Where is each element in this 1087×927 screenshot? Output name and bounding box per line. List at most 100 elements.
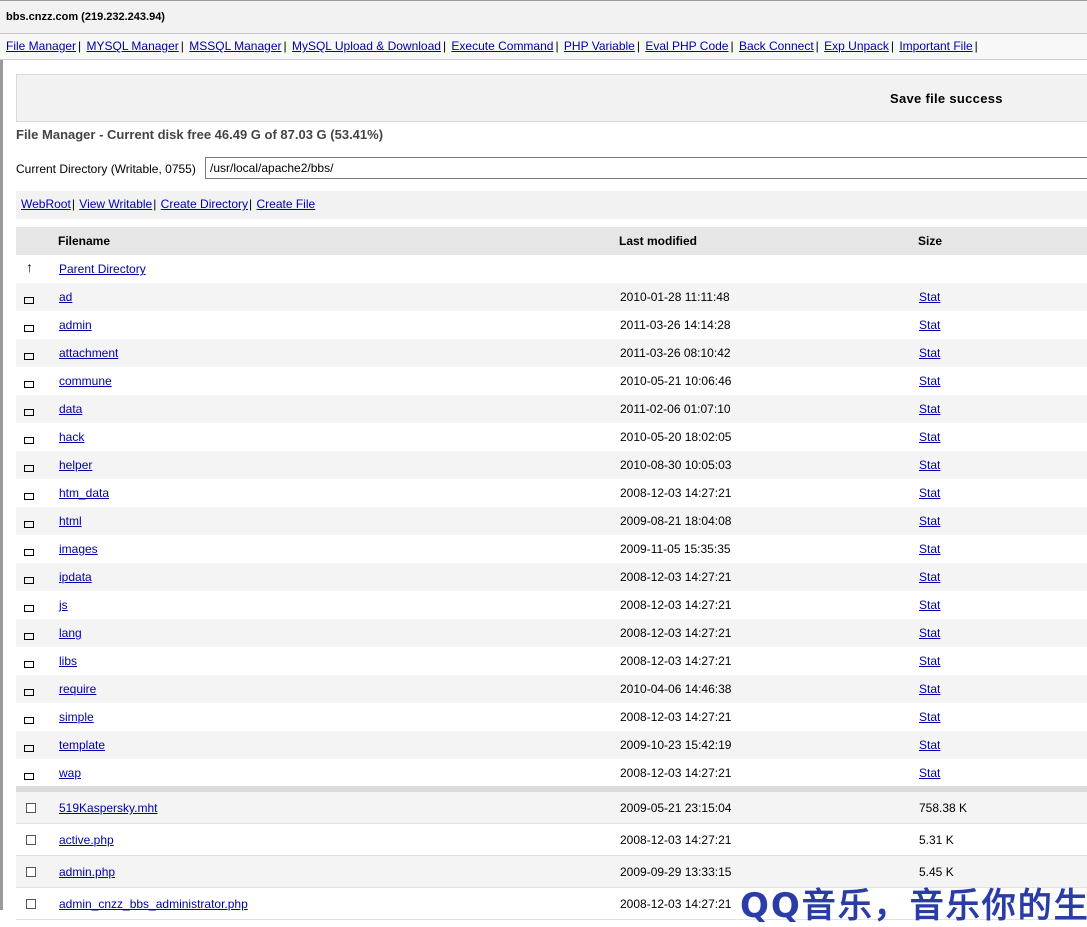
status-message: Save file success [890, 91, 1003, 106]
stat-link[interactable]: Stat [919, 346, 940, 360]
qq-music-overlay-text: QQ音乐，音乐你的生活 [740, 886, 1087, 926]
checkbox-icon[interactable] [26, 866, 36, 880]
folder-icon [24, 461, 34, 475]
directory-link[interactable]: data [59, 402, 82, 416]
modified-date: 2010-04-06 14:46:38 [620, 682, 732, 696]
directory-link[interactable]: js [59, 598, 68, 612]
nav-mysql-upload-download[interactable]: MySQL Upload & Download [292, 39, 441, 53]
folder-icon [24, 741, 34, 755]
file-actions-bar: WebRoot| View Writable| Create Directory… [16, 191, 1087, 219]
stat-link[interactable]: Stat [919, 374, 940, 388]
nav-eval-php-code[interactable]: Eval PHP Code [645, 39, 728, 53]
create-directory-link[interactable]: Create Directory [161, 197, 248, 211]
table-row: html 2009-08-21 18:04:08 Stat [16, 507, 1087, 535]
nav-file-manager[interactable]: File Manager [6, 39, 76, 53]
modified-date: 2008-12-03 14:27:21 [620, 598, 732, 612]
modified-date: 2009-10-23 15:42:19 [620, 738, 732, 752]
modified-date: 2008-12-03 14:27:21 [620, 626, 732, 640]
stat-link[interactable]: Stat [919, 570, 940, 584]
modified-date: 2009-11-05 15:35:35 [620, 542, 731, 556]
stat-link[interactable]: Stat [919, 402, 940, 416]
table-row: wap 2008-12-03 14:27:21 Stat [16, 759, 1087, 787]
file-link[interactable]: 519Kaspersky.mht [59, 801, 158, 815]
file-size: 5.31 K [919, 833, 954, 847]
table-row: simple 2008-12-03 14:27:21 Stat [16, 703, 1087, 731]
folder-icon [24, 601, 34, 615]
nav-mysql-manager[interactable]: MYSQL Manager [87, 39, 179, 53]
modified-date: 2010-05-20 18:02:05 [620, 430, 732, 444]
create-file-link[interactable]: Create File [257, 197, 316, 211]
folder-icon [24, 657, 34, 671]
nav-important-file[interactable]: Important File [899, 39, 972, 53]
modified-date: 2011-03-26 14:14:28 [620, 318, 731, 332]
stat-link[interactable]: Stat [919, 766, 940, 780]
directory-link[interactable]: html [59, 514, 82, 528]
directory-link[interactable]: commune [59, 374, 112, 388]
disk-info-heading: File Manager - Current disk free 46.49 G… [16, 127, 384, 142]
file-link[interactable]: admin.php [59, 865, 115, 879]
directory-link[interactable]: images [59, 542, 98, 556]
table-row: 519Kaspersky.mht 2009-05-21 23:15:04 758.3… [16, 792, 1087, 824]
directory-link[interactable]: helper [59, 458, 92, 472]
table-row: data 2011-02-06 01:07:10 Stat [16, 395, 1087, 423]
directory-link[interactable]: simple [59, 710, 94, 724]
left-border [0, 60, 3, 910]
main-nav: File Manager | MYSQL Manager | MSSQL Manag… [0, 34, 1087, 60]
nav-mssql-manager[interactable]: MSSQL Manager [189, 39, 281, 53]
table-row: commune 2010-05-21 10:06:46 Stat [16, 367, 1087, 395]
table-row: libs 2008-12-03 14:27:21 Stat [16, 647, 1087, 675]
folder-icon [24, 405, 34, 419]
directory-link[interactable]: wap [59, 766, 81, 780]
modified-date: 2008-12-03 14:27:21 [620, 833, 732, 847]
stat-link[interactable]: Stat [919, 654, 940, 668]
directory-link[interactable]: htm_data [59, 486, 109, 500]
directory-link[interactable]: hack [59, 430, 84, 444]
stat-link[interactable]: Stat [919, 486, 940, 500]
folder-icon [24, 517, 34, 531]
stat-link[interactable]: Stat [919, 542, 940, 556]
stat-link[interactable]: Stat [919, 738, 940, 752]
table-row: htm_data 2008-12-03 14:27:21 Stat [16, 479, 1087, 507]
modified-date: 2010-01-28 11:11:48 [620, 290, 730, 304]
stat-link[interactable]: Stat [919, 710, 940, 724]
directory-link[interactable]: ad [59, 290, 72, 304]
modified-date: 2008-12-03 14:27:21 [620, 486, 732, 500]
current-directory-input[interactable]: /usr/local/apache2/bbs/ [205, 157, 1087, 179]
webroot-link[interactable]: WebRoot [21, 197, 71, 211]
stat-link[interactable]: Stat [919, 430, 940, 444]
file-link[interactable]: admin_cnzz_bbs_administrator.php [59, 897, 248, 911]
current-directory-bar: Current Directory (Writable, 0755) /usr/… [16, 157, 1087, 181]
stat-link[interactable]: Stat [919, 290, 940, 304]
directory-link[interactable]: admin [59, 318, 92, 332]
table-row: require 2010-04-06 14:46:38 Stat [16, 675, 1087, 703]
directory-link[interactable]: require [59, 682, 96, 696]
stat-link[interactable]: Stat [919, 682, 940, 696]
stat-link[interactable]: Stat [919, 626, 940, 640]
table-row: helper 2010-08-30 10:05:03 Stat [16, 451, 1087, 479]
checkbox-icon[interactable] [26, 834, 36, 848]
nav-php-variable[interactable]: PHP Variable [564, 39, 635, 53]
directory-link[interactable]: attachment [59, 346, 118, 360]
directory-link[interactable]: ipdata [59, 570, 92, 584]
table-row: ad 2010-01-28 11:11:48 Stat [16, 283, 1087, 311]
folder-icon [24, 377, 34, 391]
stat-link[interactable]: Stat [919, 514, 940, 528]
directory-link[interactable]: libs [59, 654, 77, 668]
modified-date: 2011-02-06 01:07:10 [620, 402, 731, 416]
modified-date: 2009-05-21 23:15:04 [620, 801, 732, 815]
table-row: attachment 2011-03-26 08:10:42 Stat [16, 339, 1087, 367]
stat-link[interactable]: Stat [919, 598, 940, 612]
parent-directory-link[interactable]: Parent Directory [59, 262, 146, 276]
directory-link[interactable]: lang [59, 626, 82, 640]
stat-link[interactable]: Stat [919, 318, 940, 332]
nav-back-connect[interactable]: Back Connect [739, 39, 814, 53]
modified-date: 2008-12-03 14:27:21 [620, 766, 732, 780]
modified-date: 2008-12-03 14:27:21 [620, 897, 732, 911]
checkbox-icon[interactable] [26, 802, 36, 816]
stat-link[interactable]: Stat [919, 458, 940, 472]
nav-exp-unpack[interactable]: Exp Unpack [824, 39, 889, 53]
directory-link[interactable]: template [59, 738, 105, 752]
file-link[interactable]: active.php [59, 833, 114, 847]
nav-execute-command[interactable]: Execute Command [451, 39, 553, 53]
view-writable-link[interactable]: View Writable [79, 197, 152, 211]
